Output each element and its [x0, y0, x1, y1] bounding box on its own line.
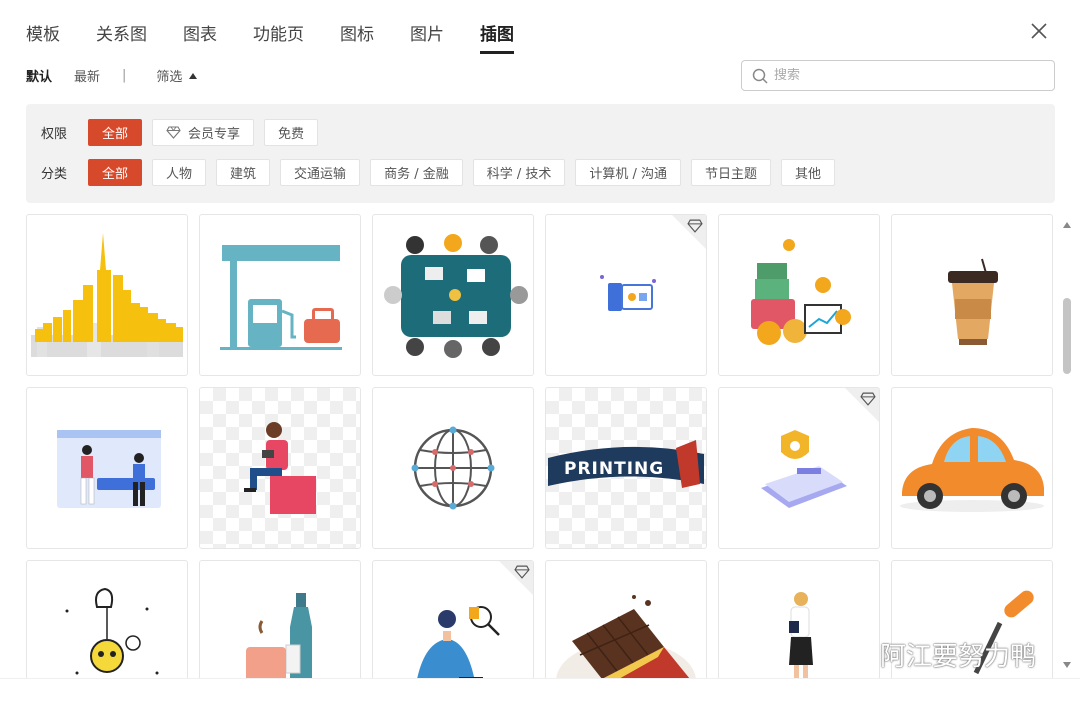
illustration-man-sitting-box[interactable]: [199, 387, 361, 549]
caret-up-icon: [189, 72, 198, 79]
chip-label: 节日主题: [705, 167, 758, 182]
scroll-thumb[interactable]: [1063, 298, 1071, 374]
illustration-scientist-microscope[interactable]: [372, 560, 534, 678]
illustration-id-card-device[interactable]: [545, 214, 707, 376]
team-web-design-image: [57, 430, 161, 508]
illustration-globe-network[interactable]: [372, 387, 534, 549]
watermark-text: 阿江要努力鸭: [880, 642, 1037, 672]
sort-latest[interactable]: 最新: [74, 66, 100, 85]
chip-label: 交通运输: [294, 167, 347, 182]
watermark: 阿江要努力鸭: [836, 636, 1036, 673]
category-transport[interactable]: 交通运输: [280, 159, 361, 186]
illustration-printing-banner[interactable]: PRINTING: [545, 387, 707, 549]
chip-label: 建筑: [230, 167, 257, 182]
illustration-chocolate-bar[interactable]: [545, 560, 707, 678]
category-all[interactable]: 全部: [88, 159, 143, 186]
permission-label: 权限: [41, 127, 68, 142]
panel-bottom: [0, 678, 1080, 702]
category-business-finance[interactable]: 商务 / 金融: [370, 159, 463, 186]
globe-network-image: [411, 426, 495, 510]
illustration-security-shield-card[interactable]: [718, 387, 880, 549]
permission-members-only[interactable]: 会员专享: [152, 119, 255, 146]
close-icon[interactable]: [1028, 20, 1050, 42]
tab-relationship[interactable]: 关系图: [96, 20, 147, 50]
search-box: [741, 60, 1055, 91]
gas-station-image: [220, 245, 342, 350]
diamond-icon: [860, 392, 876, 406]
category-tabs: 模板 关系图 图表 功能页 图标 图片 插图: [26, 20, 550, 54]
illustration-cup-and-bottle[interactable]: [199, 560, 361, 678]
sort-separator: |: [122, 68, 127, 83]
category-label: 分类: [41, 167, 68, 182]
permission-filter-row: 权限 全部 会员专享 免费: [26, 119, 328, 146]
chip-label: 全部: [102, 127, 129, 142]
illustration-gas-station[interactable]: [199, 214, 361, 376]
tab-templates[interactable]: 模板: [26, 20, 60, 50]
tab-images[interactable]: 图片: [410, 20, 444, 50]
filter-label: 筛选: [156, 70, 183, 85]
category-architecture[interactable]: 建筑: [216, 159, 271, 186]
category-other[interactable]: 其他: [781, 159, 836, 186]
diamond-icon: [514, 565, 530, 579]
coffee-cup-image: [948, 258, 998, 345]
illustration-grid: PRINTING: [26, 214, 1055, 678]
chip-label: 计算机 / 沟通: [589, 167, 668, 182]
skull-lightbulb-doodle-image: [65, 587, 159, 675]
chip-label: 科学 / 技术: [486, 167, 552, 182]
scroll-down-arrow-icon[interactable]: [1062, 660, 1072, 670]
filter-toggle[interactable]: 筛选: [156, 66, 198, 85]
chip-label: 全部: [102, 167, 129, 182]
tab-illustrations[interactable]: 插图: [480, 20, 514, 54]
illustration-team-meeting[interactable]: [372, 214, 534, 376]
sort-default[interactable]: 默认: [26, 66, 52, 85]
chip-label: 会员专享: [188, 127, 241, 142]
vertical-scrollbar[interactable]: [1060, 214, 1074, 678]
search-input[interactable]: [774, 68, 1044, 83]
printing-banner-image: PRINTING: [548, 440, 704, 488]
category-science-tech[interactable]: 科学 / 技术: [472, 159, 566, 186]
tab-function-pages[interactable]: 功能页: [253, 20, 304, 50]
cup-and-bottle-image: [246, 593, 312, 678]
tab-icons[interactable]: 图标: [340, 20, 374, 50]
permission-all[interactable]: 全部: [88, 119, 143, 146]
city-skyline-image: [31, 233, 183, 357]
chip-label: 人物: [166, 167, 193, 182]
illustration-coffee-cup[interactable]: [891, 214, 1053, 376]
man-sitting-box-image: [244, 422, 316, 514]
category-computer-communication[interactable]: 计算机 / 沟通: [575, 159, 682, 186]
orange-car-image: [900, 428, 1044, 512]
permission-free[interactable]: 免费: [264, 119, 319, 146]
scroll-up-arrow-icon[interactable]: [1062, 220, 1072, 230]
sort-bar: 默认 最新 | 筛选: [26, 66, 198, 85]
illustration-orange-car[interactable]: [891, 387, 1053, 549]
chip-label: 商务 / 金融: [384, 167, 449, 182]
chip-label: 其他: [795, 167, 822, 182]
banner-text: PRINTING: [564, 459, 664, 479]
category-filter-row: 分类 全部 人物 建筑 交通运输 商务 / 金融 科学 / 技术 计算机 / 沟…: [26, 159, 845, 186]
tab-charts[interactable]: 图表: [183, 20, 217, 50]
diamond-icon: [687, 219, 703, 233]
chocolate-bar-image: [556, 595, 696, 678]
chip-label: 免费: [278, 127, 305, 142]
team-meeting-image: [384, 234, 528, 358]
finance-coins-image: [751, 239, 851, 345]
filter-panel: 权限 全部 会员专享 免费 分类 全部 人物 建筑 交通运输 商务 / 金融 科…: [26, 104, 1055, 203]
category-people[interactable]: 人物: [152, 159, 207, 186]
diamond-icon: [166, 126, 181, 139]
illustration-team-web-design[interactable]: [26, 387, 188, 549]
illustration-skull-lightbulb-doodle[interactable]: [26, 560, 188, 678]
illustration-finance-coins[interactable]: [718, 214, 880, 376]
wechat-icon: [837, 640, 872, 668]
search-icon: [752, 68, 768, 84]
category-holiday[interactable]: 节日主题: [691, 159, 772, 186]
illustration-city-skyline[interactable]: [26, 214, 188, 376]
